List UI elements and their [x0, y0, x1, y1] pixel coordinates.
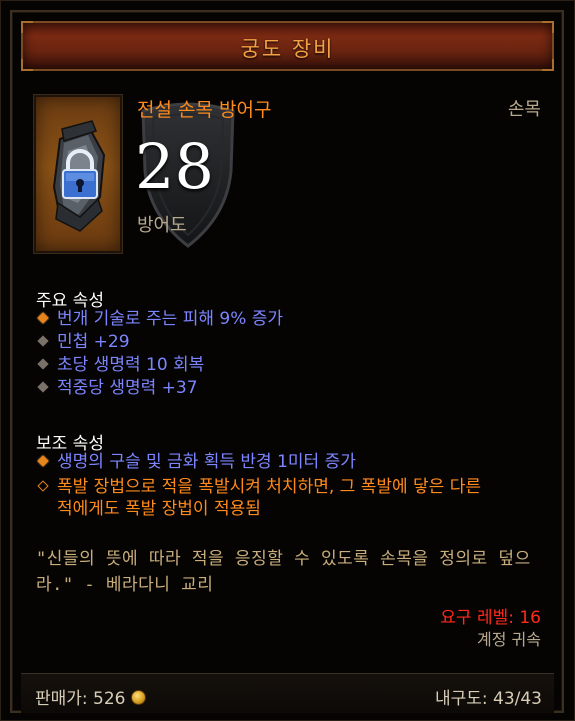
- primary-attribute-3: 초당 생명력 10 회복: [36, 354, 544, 376]
- tooltip-header: 궁도 장비: [21, 21, 554, 71]
- armor-value: 28: [135, 130, 214, 203]
- item-set-title: 궁도 장비: [240, 37, 335, 61]
- bracer-icon: [52, 120, 106, 232]
- primary-attribute-4: 적중당 생명력 +37: [36, 377, 544, 399]
- secondary-attribute-1: 생명의 구슬 및 금화 획득 반경 1미터 증가: [36, 451, 544, 473]
- legendary-affix-icon: [37, 455, 49, 467]
- legendary-power-icon: [37, 480, 49, 492]
- required-level: 요구 레벨: 16: [440, 608, 541, 628]
- armor-label: 방어도: [137, 215, 187, 236]
- affix-bullet-icon: [37, 358, 49, 370]
- affix-bullet-icon: [37, 335, 49, 347]
- durability: 내구도: 43/43: [434, 689, 542, 709]
- affix-bullet-icon: [37, 381, 49, 393]
- item-slot: 손목: [507, 99, 541, 120]
- primary-attribute-2: 민첩 +29: [36, 331, 544, 353]
- legendary-power: 폭발 장법으로 적을 폭발시켜 처치하면, 그 폭발에 닿은 다른 적에게도 폭…: [36, 476, 544, 520]
- account-bound: 계정 귀속: [477, 630, 541, 649]
- sell-price: 판매가: 526: [35, 684, 146, 709]
- flavor-text: "신들의 뜻에 따라 적을 응징할 수 있도록 손목을 정의로 덮으 라." -…: [36, 549, 531, 595]
- gold-coin-icon: [130, 690, 146, 705]
- primary-attribute-1: 번개 기술로 주는 피해 9% 증가: [36, 308, 544, 330]
- item-name: 전설 손목 방어구: [137, 99, 272, 121]
- item-tooltip: 궁도 장비 전설 손목 방어구 손목 28 방어도 주요 속성 번개 기술로 주…: [0, 0, 575, 721]
- legendary-affix-icon: [37, 312, 49, 324]
- tooltip-footer: 판매가: 526 내구도: 43/43: [21, 673, 554, 713]
- item-icon-frame[interactable]: [34, 95, 122, 253]
